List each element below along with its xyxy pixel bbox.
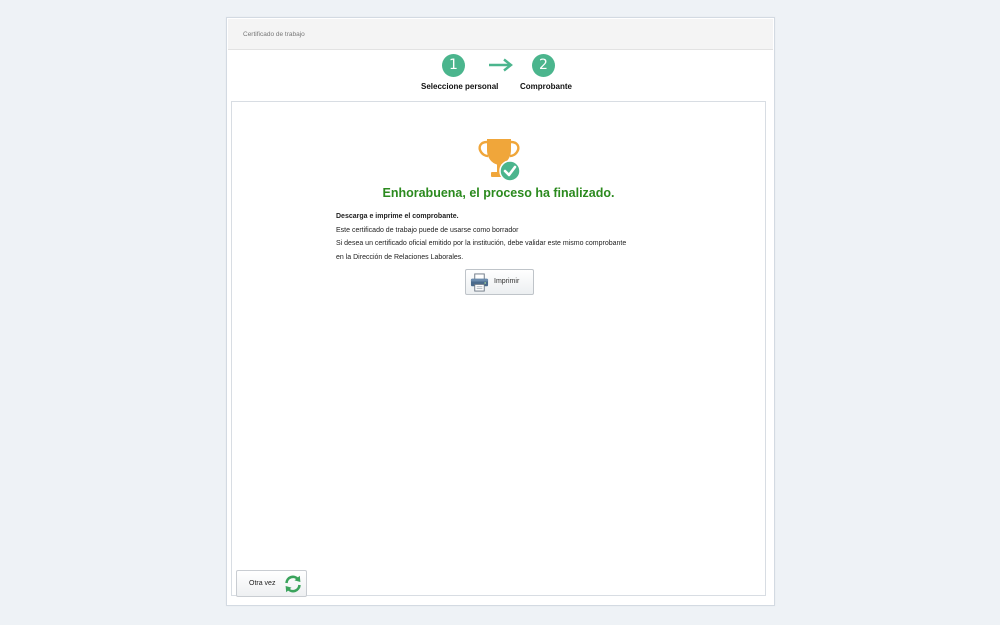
- success-title: Enhorabuena, el proceso ha finalizado.: [382, 186, 615, 200]
- trophy-check-icon: [478, 139, 521, 182]
- printer-icon: [470, 273, 489, 292]
- step-2-label: Comprobante: [520, 82, 572, 91]
- again-button[interactable]: Otra vez: [236, 570, 307, 597]
- step-1-label: Seleccione personal: [421, 82, 499, 91]
- print-button[interactable]: Imprimir: [465, 269, 534, 295]
- window-title: Certificado de trabajo: [243, 31, 305, 38]
- refresh-icon: [285, 575, 301, 593]
- result-panel: Enhorabuena, el proceso ha finalizado. D…: [231, 101, 766, 597]
- wizard-steps: 1 2 Seleccione personal Comprobante: [228, 50, 773, 100]
- instructions-heading: Descarga e imprime el comprobante.: [336, 213, 459, 220]
- certificate-window: Certificado de trabajo 1 2 Seleccione pe…: [226, 17, 775, 606]
- again-button-label: Otra vez: [249, 580, 276, 587]
- print-button-label: Imprimir: [494, 278, 520, 285]
- step-1-number: 1: [442, 54, 465, 77]
- step-2-number: 2: [532, 54, 555, 77]
- instructions-text: Descarga e imprime el comprobante. Este …: [336, 210, 676, 264]
- instructions-line: Este certificado de trabajo puede de usa…: [336, 226, 519, 234]
- instructions-line: Si desea un certificado oficial emitido …: [336, 240, 627, 248]
- arrow-right-icon: [489, 58, 513, 72]
- instructions-line: en la Dirección de Relaciones Laborales.: [336, 253, 464, 261]
- window-header: Certificado de trabajo: [228, 19, 773, 50]
